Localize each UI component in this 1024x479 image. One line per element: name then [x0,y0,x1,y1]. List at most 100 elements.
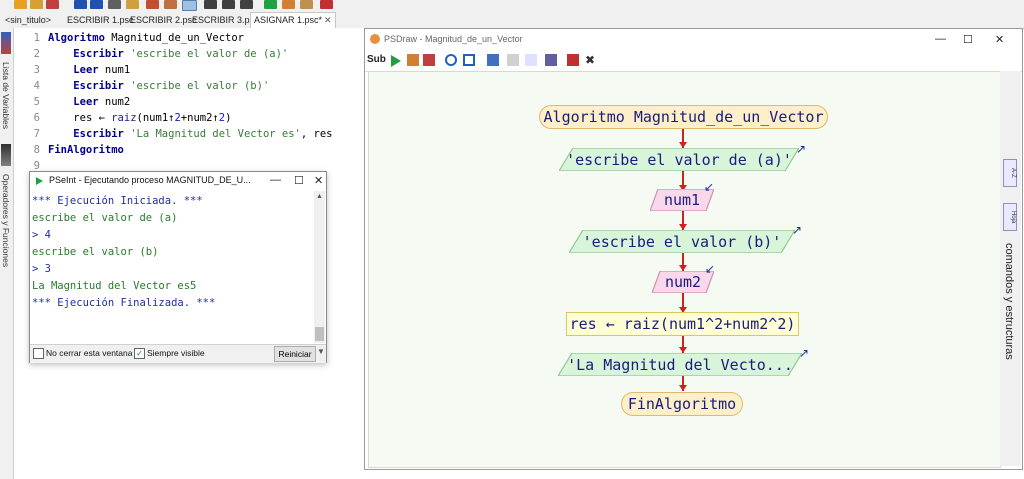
flow-output-2[interactable]: 'escribe el valor (b)' [569,230,795,253]
console-scrollbar[interactable]: ▲ [314,191,325,343]
console-title: PSeInt - Ejecutando proceso MAGNITUD_DE_… [49,175,251,185]
keyword: FinAlgoritmo [48,144,124,156]
flowchart-canvas[interactable]: Algoritmo Magnitud_de_un_Vector 'escribe… [368,71,1001,468]
code-line: 4 Escribir 'escribe el valor (b)' [14,78,270,94]
input-arrow-icon: ↙ [704,180,715,194]
reiniciar-button[interactable]: Reiniciar [274,346,316,362]
flow-start-terminal[interactable]: Algoritmo Magnitud_de_un_Vector [539,105,828,129]
undo-icon[interactable] [74,0,87,9]
comandos-estructuras-label[interactable]: comandos y estructuras [1003,243,1015,360]
line-number: 6 [33,112,40,124]
copy-icon[interactable] [126,0,139,9]
identifier: num1 [98,64,131,76]
psdraw-titlebar[interactable]: PSDraw - Magnitud_de_un_Vector — ☐ ✕ [365,29,1022,50]
no-cerrar-checkbox[interactable] [33,348,44,359]
lista-variables-tab[interactable]: Lista de Variables [1,62,11,129]
code-line: 1 Algoritmo Magnitud_de_un_Vector [14,30,244,46]
replace-icon[interactable] [222,0,235,9]
identifier: num2 [98,96,131,108]
flow-text: 'escribe el valor (b)' [582,232,782,251]
zoom-icon[interactable] [445,54,457,66]
string-literal: 'La Magnitud del Vector es' [123,128,301,140]
flow-end-terminal[interactable]: FinAlgoritmo [621,392,743,416]
code-line: 2 Escribir 'escribe el valor de (a)' [14,46,289,62]
step-icon[interactable] [407,54,419,66]
identifier: , res [300,128,333,140]
keyword: Leer [73,64,99,76]
connect-icon[interactable] [487,54,499,66]
debug-icon[interactable] [300,0,313,9]
line-number: 1 [33,32,40,44]
tab-sin-titulo[interactable]: <sin_titulo> [2,13,54,27]
pseint-play-icon [36,177,43,185]
zoom-fit-icon[interactable] [463,54,475,66]
input-arrow-icon: ↙ [705,262,716,276]
cut-icon[interactable] [108,0,121,9]
tab-label: <sin_titulo> [5,15,52,25]
console-titlebar[interactable]: PSeInt - Ejecutando proceso MAGNITUD_DE_… [30,172,326,190]
run-icon[interactable] [264,0,277,9]
flow-text: 'La Magnitud del Vecto... [567,355,793,374]
export-icon[interactable] [567,54,579,66]
output-arrow-icon: ↗ [792,223,803,237]
scroll-thumb[interactable] [315,327,324,341]
output-arrow-icon: ↗ [796,142,807,156]
comment-icon[interactable] [182,0,197,11]
tab-escribir-1[interactable]: ESCRIBIR 1.psc [64,13,137,27]
maximize-button[interactable]: ☐ [963,33,973,46]
execution-console-window: PSeInt - Ejecutando proceso MAGNITUD_DE_… [29,171,327,363]
main-toolbar [0,0,1024,11]
close-button[interactable]: ✕ [995,33,1004,46]
open-file-icon[interactable] [30,0,43,9]
operadores-tab[interactable]: Operadores y Funciones [1,174,11,267]
hoja-button[interactable]: Hoja [1003,203,1017,231]
close-tab-icon[interactable]: ✕ [324,15,332,25]
flow-output-1[interactable]: 'escribe el valor de (a)' [559,148,799,171]
file-tabs: <sin_titulo> ESCRIBIR 1.psc ESCRIBIR 2.p… [0,11,1024,29]
close-icon[interactable]: ✖ [585,54,597,66]
minimize-button[interactable]: — [270,174,281,186]
console-line: > 3 [32,263,51,275]
function-name: raiz [111,112,137,124]
psdraw-toolbar: Sub ✖ [365,51,1022,72]
new-file-icon[interactable] [14,0,27,9]
save-icon[interactable] [46,0,59,9]
run-icon[interactable] [391,55,401,67]
variables-icon[interactable] [1,32,11,54]
console-line: > 4 [32,229,51,241]
flow-output-3[interactable]: 'La Magnitud del Vecto... [558,353,802,376]
flow-process-assign[interactable]: res ← raiz(num1^2+num2^2) [566,312,799,336]
chevron-down-icon[interactable]: ▼ [317,347,325,356]
az-sort-button[interactable]: A-Z [1003,159,1017,187]
keyword: Escribir [73,48,124,60]
siempre-visible-checkbox[interactable]: ✓ [134,348,145,359]
console-line: *** Ejecución Iniciada. *** [32,195,203,207]
scroll-up-icon[interactable]: ▲ [316,193,323,200]
sub-button[interactable]: Sub [367,54,386,65]
edit-icon[interactable] [545,54,557,66]
step-run-icon[interactable] [282,0,295,9]
variables-icon[interactable] [525,54,537,66]
search-icon[interactable] [204,0,217,9]
redo-icon[interactable] [90,0,103,9]
maximize-button[interactable]: ☐ [294,174,304,187]
flowchart-icon[interactable] [320,0,333,9]
minimize-button[interactable]: — [935,33,946,45]
console-line: escribe el valor de (a) [32,212,178,224]
indent-icon[interactable] [164,0,177,9]
goto-icon[interactable] [240,0,253,9]
console-output[interactable]: *** Ejecución Iniciada. *** escribe el v… [30,191,314,343]
comandos-side-panel[interactable]: A-Z Hoja comandos y estructuras [1000,71,1021,466]
comment-icon[interactable] [507,54,519,66]
paste-icon[interactable] [146,0,159,9]
keyword: Leer [73,96,99,108]
operators-icon[interactable] [1,144,11,166]
tab-asignar-1[interactable]: ASIGNAR 1.psc* ✕ [250,12,336,29]
line-number: 4 [33,80,40,92]
flow-text: res ← raiz(num1^2+num2^2) [569,315,796,333]
save-icon[interactable] [423,54,435,66]
close-button[interactable]: ✕ [314,174,323,187]
line-number: 5 [33,96,40,108]
string-literal: 'escribe el valor (b)' [123,80,270,92]
console-line: escribe el valor (b) [32,246,159,258]
